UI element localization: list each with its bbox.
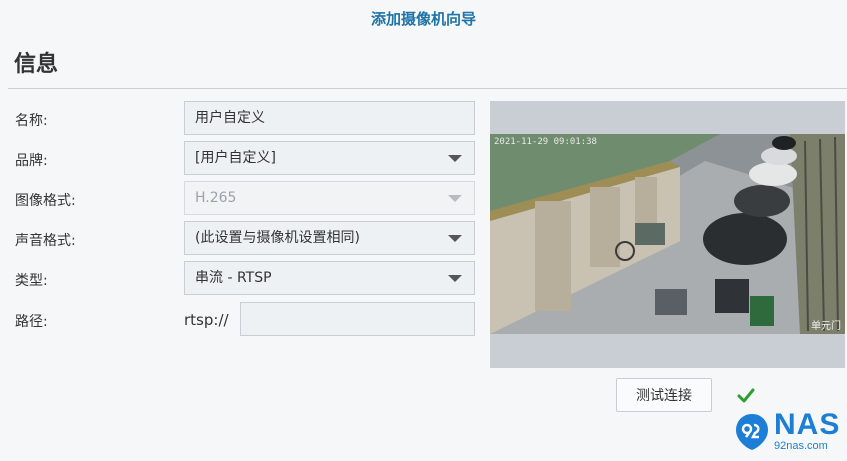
name-input[interactable]: 用户自定义 [184, 101, 475, 135]
audio-format-select-value: (此设置与摄像机设置相同) [195, 230, 360, 246]
nas-watermark-logo: NAS 92nas.com [734, 408, 844, 456]
image-format-select: H.265 [184, 181, 475, 215]
path-prefix: rtsp:// [184, 311, 229, 329]
preview-overlay-label: 单元门 [811, 321, 841, 332]
test-connection-button[interactable]: 测试连接 [616, 378, 712, 412]
brand-select[interactable]: [用户自定义] [184, 141, 475, 175]
camera-preview: 2021-11-29 09:01:38 单元门 [490, 101, 845, 368]
audio-format-select[interactable]: (此设置与摄像机设置相同) [184, 221, 475, 255]
name-input-value: 用户自定义 [195, 110, 265, 126]
chevron-down-icon [448, 275, 462, 282]
type-select[interactable]: 串流 - RTSP [184, 261, 475, 295]
chevron-down-icon [448, 155, 462, 162]
type-select-value: 串流 - RTSP [195, 270, 272, 286]
section-divider [8, 88, 847, 89]
image-format-select-value: H.265 [195, 190, 237, 206]
chevron-down-icon [448, 195, 462, 202]
name-label: 名称: [15, 113, 48, 129]
checkmark-icon [737, 388, 755, 403]
chevron-down-icon [448, 235, 462, 242]
brand-select-value: [用户自定义] [195, 150, 276, 166]
logo-site-text: 92nas.com [774, 440, 828, 452]
section-title: 信息 [14, 52, 59, 77]
wizard-title: 添加摄像机向导 [370, 10, 476, 28]
type-label: 类型: [15, 273, 48, 289]
audio-format-label: 声音格式: [15, 233, 76, 249]
brand-label: 品牌: [15, 153, 48, 169]
image-format-label: 图像格式: [15, 193, 76, 209]
logo-brand-text: NAS [774, 408, 841, 441]
nas-logo-icon [736, 414, 768, 450]
path-label: 路径: [15, 314, 48, 330]
preview-timestamp: 2021-11-29 09:01:38 [494, 137, 597, 147]
path-input[interactable] [240, 302, 475, 336]
